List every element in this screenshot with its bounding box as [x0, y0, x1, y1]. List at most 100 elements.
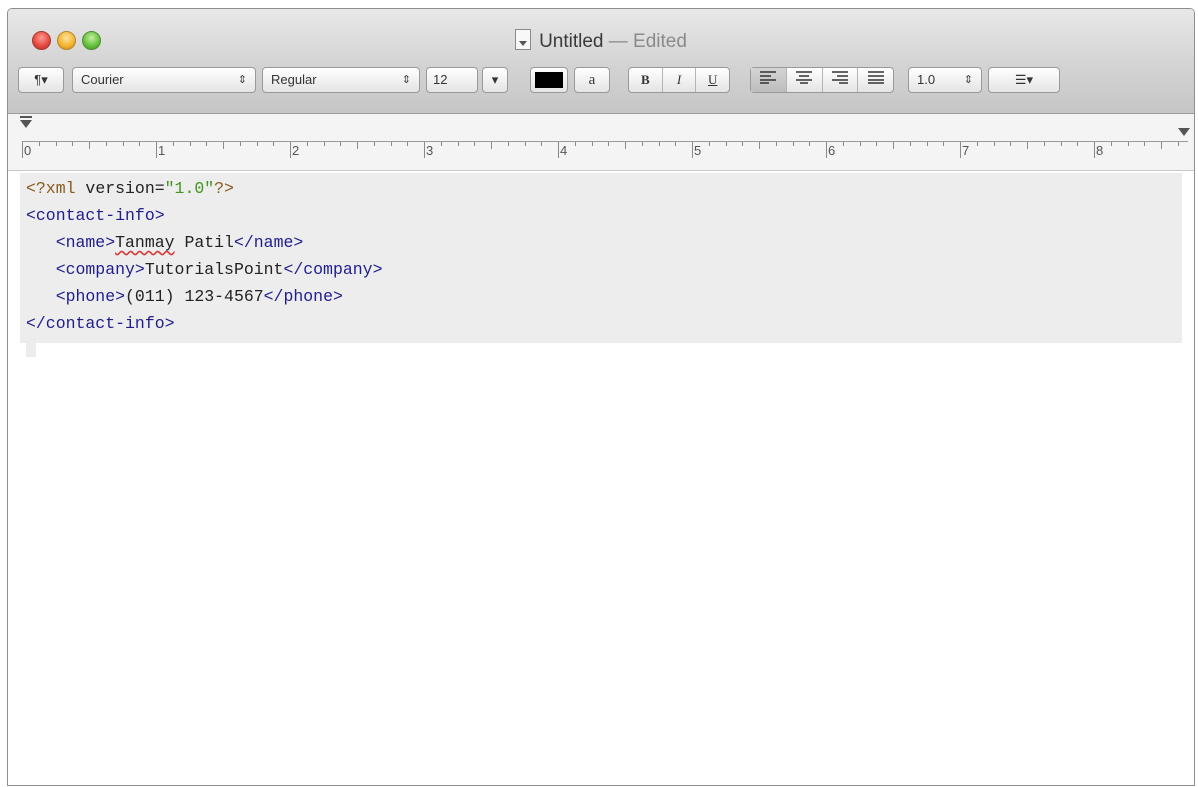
ruler-minor-tick — [390, 142, 392, 146]
font-family-value: Courier — [81, 72, 124, 87]
ruler-minor-tick — [909, 142, 911, 146]
ruler-label: 7 — [962, 143, 970, 158]
phone-line: <phone>(011) 123-4567</phone> — [26, 287, 343, 306]
ruler-minor-tick — [675, 142, 677, 146]
text-color-button[interactable] — [530, 67, 568, 93]
ruler-minor-tick — [340, 142, 342, 146]
ruler-minor-tick — [1060, 142, 1062, 146]
ruler-minor-tick — [122, 142, 124, 146]
ruler-major-tick — [156, 142, 157, 158]
font-family-select[interactable]: Courier ⇕ — [72, 67, 256, 93]
align-right-icon — [831, 71, 848, 84]
font-style-buttons: B I U — [628, 67, 730, 93]
ruler-baseline — [22, 141, 1188, 142]
ruler-minor-tick — [708, 142, 710, 146]
document-name: Untitled — [539, 31, 604, 52]
font-size-menu-button[interactable]: ▾ — [482, 67, 508, 93]
bold-button[interactable]: B — [629, 68, 663, 92]
ruler-minor-tick — [38, 142, 40, 146]
highlight-label: a — [588, 72, 596, 88]
ruler-minor-tick — [943, 142, 945, 146]
ruler-minor-tick — [256, 142, 258, 146]
font-size-value: 12 — [433, 72, 448, 87]
justify-button[interactable] — [858, 68, 893, 92]
line-spacing-value: 1.0 — [917, 72, 936, 87]
ruler-minor-tick — [775, 142, 777, 146]
ruler-minor-tick — [926, 142, 928, 146]
ruler-minor-tick — [658, 142, 660, 146]
chevron-down-icon: ▾ — [491, 72, 499, 87]
list-bullets-button[interactable]: ☰▾ — [988, 67, 1060, 93]
ruler-minor-tick — [893, 142, 894, 149]
ruler-major-tick — [290, 142, 291, 158]
left-indent-marker[interactable] — [20, 120, 32, 128]
ruler-minor-tick — [742, 142, 744, 146]
ruler-minor-tick — [440, 142, 442, 146]
contact-info-close-tag: </contact-info> — [26, 314, 175, 333]
ruler-minor-tick — [1027, 142, 1028, 149]
ruler-label: 4 — [560, 143, 568, 158]
ruler-minor-tick — [474, 142, 476, 146]
ruler-minor-tick — [876, 142, 878, 146]
ruler-minor-tick — [373, 142, 375, 146]
ruler-minor-tick — [1177, 142, 1179, 146]
line-spacing-select[interactable]: 1.0 ⇕ — [908, 67, 982, 93]
font-style-select[interactable]: Regular ⇕ — [262, 67, 420, 93]
align-center-button[interactable] — [787, 68, 823, 92]
name-line: <name>Tanmay Patil</name> — [26, 233, 304, 252]
ruler-minor-tick — [323, 142, 325, 146]
underline-button[interactable]: U — [696, 68, 729, 92]
ruler-major-tick — [22, 142, 23, 158]
align-right-button[interactable] — [823, 68, 859, 92]
ruler-minor-tick — [1043, 142, 1045, 146]
ruler-minor-tick — [507, 142, 509, 146]
paragraph-icon: ¶▾ — [34, 72, 48, 87]
ruler-minor-tick — [993, 142, 995, 146]
ruler-minor-tick — [641, 142, 643, 146]
ruler-minor-tick — [172, 142, 174, 146]
list-icon: ☰▾ — [1014, 72, 1034, 87]
ruler-label: 5 — [694, 143, 702, 158]
italic-button[interactable]: I — [663, 68, 697, 92]
highlight-color-button[interactable]: a — [574, 67, 610, 93]
ruler-label: 3 — [426, 143, 434, 158]
document-text[interactable]: <?xml version="1.0"?> <contact-info> <na… — [20, 173, 1182, 343]
ruler-minor-tick — [223, 142, 224, 149]
title-bar[interactable]: Untitled — Edited ¶▾ Courier ⇕ Regular ⇕… — [8, 9, 1194, 114]
paragraph-styles-button[interactable]: ¶▾ — [18, 67, 64, 93]
alignment-buttons — [750, 67, 894, 93]
ruler-minor-tick — [273, 142, 275, 146]
textedit-window: Untitled — Edited ¶▾ Courier ⇕ Regular ⇕… — [7, 8, 1195, 786]
ruler[interactable]: 0 1 2 3 4 5 6 7 8 — [8, 114, 1194, 171]
document-icon[interactable] — [515, 29, 532, 50]
ruler-minor-tick — [189, 142, 191, 146]
ruler-minor-tick — [1161, 142, 1162, 149]
align-left-button[interactable] — [751, 68, 787, 92]
font-size-field[interactable]: 12 — [426, 67, 478, 93]
text-area[interactable]: <?xml version="1.0"?> <contact-info> <na… — [8, 171, 1194, 785]
ruler-major-tick — [826, 142, 827, 158]
xml-declaration: <?xml version="1.0"?> — [26, 179, 234, 198]
ruler-minor-tick — [976, 142, 978, 146]
ruler-minor-tick — [55, 142, 57, 146]
ruler-minor-tick — [574, 142, 576, 146]
ruler-minor-tick — [239, 142, 241, 146]
align-center-icon — [796, 71, 813, 84]
ruler-minor-tick — [842, 142, 844, 146]
text-caret-line — [26, 337, 36, 357]
ruler-minor-tick — [139, 142, 141, 146]
first-line-indent-marker[interactable] — [20, 116, 32, 118]
ruler-minor-tick — [1127, 142, 1129, 146]
ruler-major-tick — [692, 142, 693, 158]
contact-info-open-tag: <contact-info> — [26, 206, 165, 225]
ruler-major-tick — [960, 142, 961, 158]
ruler-minor-tick — [1110, 142, 1112, 146]
ruler-label: 6 — [828, 143, 836, 158]
ruler-minor-tick — [89, 142, 90, 149]
ruler-minor-tick — [357, 142, 358, 149]
ruler-minor-tick — [541, 142, 543, 146]
ruler-label: 8 — [1096, 143, 1104, 158]
updown-arrows-icon: ⇕ — [237, 74, 247, 86]
text-color-swatch — [535, 72, 563, 88]
right-indent-marker[interactable] — [1178, 128, 1190, 136]
